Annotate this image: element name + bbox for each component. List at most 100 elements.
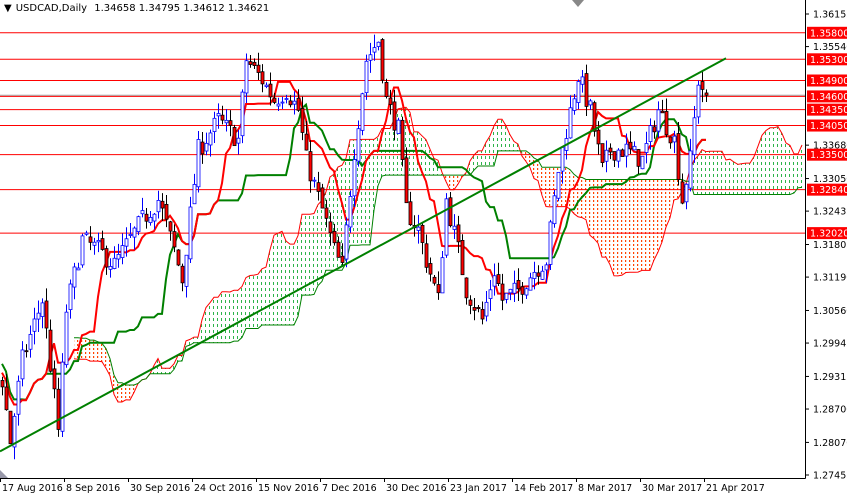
- level-price-label: 1.34350: [810, 105, 847, 116]
- candle: [692, 105, 697, 163]
- ichimoku-cloud-segment: [230, 290, 234, 343]
- candle-body: [268, 83, 273, 98]
- candle-body: [324, 207, 329, 219]
- candle: [376, 41, 381, 51]
- candle-body: [44, 300, 49, 329]
- candle: [600, 143, 605, 168]
- candle: [668, 136, 673, 149]
- candle-body: [420, 224, 425, 243]
- candle-body: [280, 101, 285, 104]
- candle: [76, 262, 81, 271]
- candle: [212, 111, 217, 144]
- candle-body: [592, 102, 597, 132]
- candle: [52, 360, 57, 399]
- ichimoku-cloud-segment: [266, 249, 270, 325]
- candle: [644, 131, 649, 164]
- candle: [464, 277, 469, 305]
- candle: [84, 230, 89, 236]
- ichimoku-cloud-segment: [206, 302, 210, 343]
- candle-body: [548, 221, 553, 265]
- ichimoku-cloud-segment: [766, 127, 770, 195]
- ichimoku-cloud-segment: [714, 151, 718, 195]
- candle-body: [432, 276, 437, 284]
- candle-body: [276, 103, 281, 107]
- candle-body: [28, 333, 33, 350]
- price-chart[interactable]: 1.361551.355401.336801.330501.324351.318…: [0, 0, 847, 494]
- candle-body: [664, 111, 669, 136]
- candle-body: [220, 114, 225, 121]
- ichimoku-cloud-segment: [194, 337, 198, 343]
- ichimoku-cloud-segment: [546, 167, 550, 207]
- candle: [548, 219, 553, 270]
- candle-body: [372, 47, 377, 53]
- ichimoku-cloud-segment: [706, 151, 710, 195]
- ichimoku-cloud-segment: [262, 267, 266, 325]
- candle-body: [316, 182, 321, 192]
- time-tick-label: 8 Mar 2017: [578, 483, 632, 494]
- candle-body: [140, 210, 145, 215]
- candle-body: [576, 81, 581, 103]
- candle-body: [4, 386, 9, 411]
- candle-body: [40, 302, 45, 317]
- candle: [372, 34, 377, 61]
- candle-body: [652, 126, 657, 133]
- candle-body: [624, 143, 629, 157]
- candle: [540, 265, 545, 280]
- candle: [516, 268, 521, 301]
- candle: [420, 223, 425, 255]
- candle-body: [204, 142, 209, 152]
- ichimoku-cloud-segment: [362, 139, 366, 245]
- candle: [616, 148, 621, 168]
- ichimoku-cloud-segment: [614, 179, 618, 276]
- ichimoku-cloud-segment: [302, 214, 306, 296]
- candle: [364, 54, 369, 100]
- candle: [688, 138, 693, 192]
- candle: [92, 237, 97, 255]
- ichimoku-cloud-segment: [610, 179, 614, 276]
- candle: [664, 98, 669, 138]
- ichimoku-cloud-segment: [774, 126, 778, 195]
- dropdown-triangle-icon[interactable]: ▼: [4, 3, 12, 14]
- candle: [144, 208, 149, 229]
- price-tick-label: 1.28070: [813, 438, 847, 449]
- candle-body: [60, 361, 65, 432]
- candle-body: [572, 98, 577, 111]
- price-tick-label: 1.33050: [813, 174, 847, 185]
- candle-body: [384, 81, 389, 97]
- candle-body: [476, 307, 481, 310]
- ichimoku-cloud-segment: [286, 241, 290, 325]
- candle-body: [452, 225, 457, 230]
- candle-body: [440, 257, 445, 294]
- candle-body: [228, 120, 233, 126]
- ichimoku-cloud-segment: [486, 135, 490, 167]
- candle-body: [368, 54, 373, 61]
- ichimoku-cloud-segment: [162, 368, 166, 374]
- candle-body: [328, 221, 333, 234]
- candle: [280, 96, 285, 110]
- ichimoku-cloud-segment: [642, 179, 646, 271]
- candle-body: [648, 125, 653, 142]
- candle: [216, 103, 221, 129]
- ichimoku-cloud-segment: [318, 200, 322, 286]
- time-tick-label: 14 Feb 2017: [514, 483, 573, 494]
- candle: [64, 304, 69, 368]
- candle-body: [320, 187, 325, 209]
- candle-body: [628, 141, 633, 150]
- candle: [12, 413, 17, 460]
- candle-body: [380, 39, 385, 81]
- candle-body: [48, 329, 53, 372]
- ichimoku-cloud-segment: [654, 179, 658, 260]
- scroll-marker-icon[interactable]: [572, 0, 584, 7]
- candle-body: [352, 159, 357, 197]
- candle-body: [56, 388, 61, 430]
- level-price-label: 1.33500: [810, 150, 847, 161]
- time-tick-label: 21 Apr 2017: [706, 483, 765, 494]
- candle-body: [544, 264, 549, 271]
- ichimoku-cloud-segment: [634, 179, 638, 273]
- chart-shift-icon[interactable]: [0, 470, 8, 478]
- candle-body: [464, 277, 469, 299]
- candle-body: [300, 108, 305, 133]
- candle-body: [444, 198, 449, 256]
- candle-body: [244, 60, 249, 94]
- candle: [576, 79, 581, 110]
